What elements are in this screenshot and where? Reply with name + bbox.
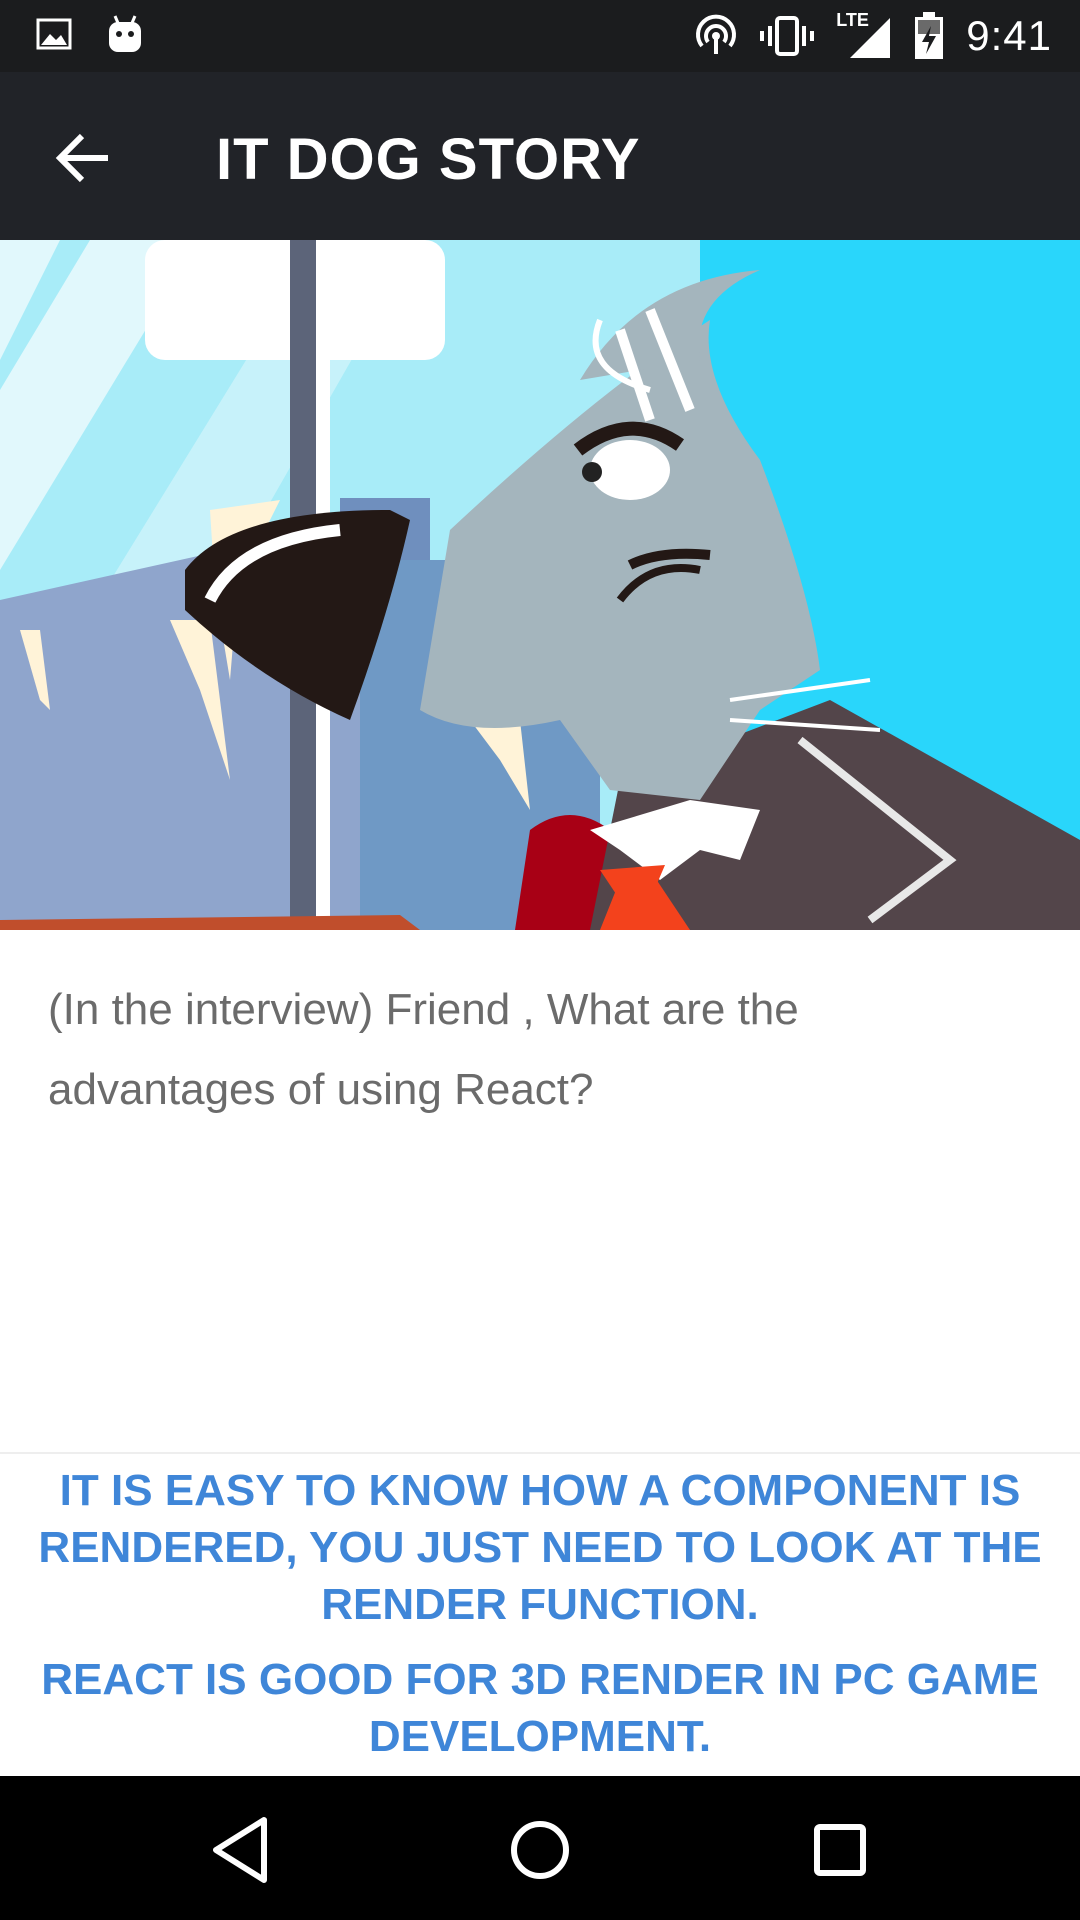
android-icon: [106, 14, 144, 54]
nav-back-button[interactable]: [202, 1810, 282, 1890]
vibrate-icon: [760, 14, 815, 58]
dog-illustration: [0, 240, 1080, 930]
page-title: IT DOG STORY: [216, 127, 641, 192]
arrow-back-icon: [48, 133, 120, 198]
nav-recents-button[interactable]: [800, 1810, 880, 1890]
navigation-bar: [0, 1776, 1080, 1920]
nav-home-icon: [500, 1821, 580, 1894]
answer-option-2[interactable]: REACT IS GOOD FOR 3D RENDER IN PC GAME D…: [0, 1651, 1080, 1765]
battery-charging-icon: [914, 12, 944, 60]
question-text: (In the interview) Friend , What are the…: [48, 985, 799, 1114]
answer-option-1[interactable]: IT IS EASY TO KNOW HOW A COMPONENT IS RE…: [0, 1458, 1080, 1633]
nav-home-button[interactable]: [500, 1810, 580, 1890]
clock: 9:41: [966, 12, 1052, 59]
divider: [0, 1452, 1080, 1454]
app-bar: IT DOG STORY: [0, 72, 1080, 240]
nav-back-icon: [202, 1817, 282, 1894]
nav-recents-icon: [800, 1824, 880, 1894]
back-button[interactable]: [48, 122, 120, 194]
answer-list: IT IS EASY TO KNOW HOW A COMPONENT IS RE…: [0, 1458, 1080, 1765]
network-type-label: LTE: [836, 10, 869, 30]
image-icon: [36, 16, 72, 52]
status-bar: LTE 9:41: [0, 0, 1080, 72]
signal-icon: LTE: [836, 10, 892, 60]
hotspot-icon: [694, 14, 738, 58]
